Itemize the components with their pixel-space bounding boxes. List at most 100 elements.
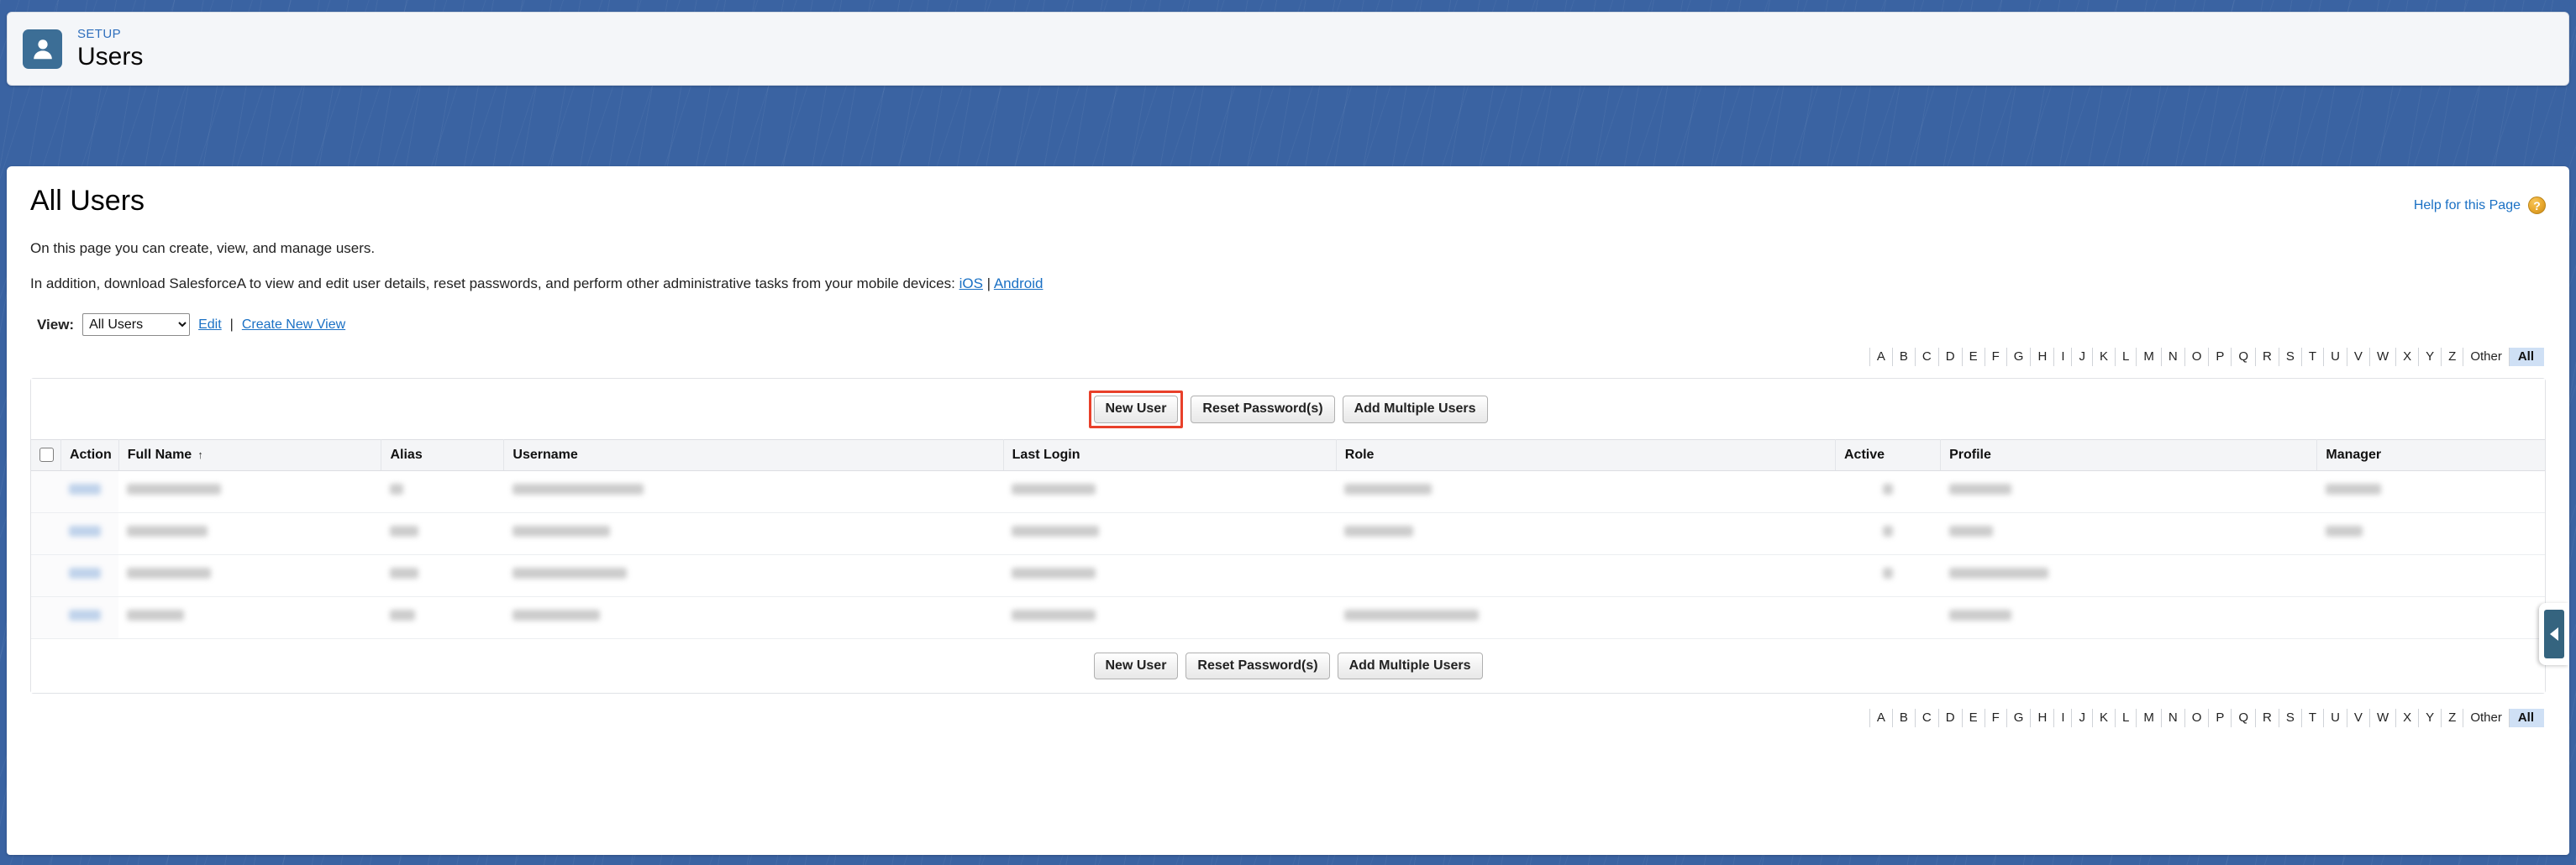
alpha-filter-c[interactable]: C xyxy=(1916,709,1939,728)
table-row[interactable] xyxy=(31,596,2545,639)
page-head: All Users Help for this Page ? xyxy=(7,166,2569,218)
new-user-button[interactable]: New User xyxy=(1093,396,1179,423)
alpha-filter-p[interactable]: P xyxy=(2209,348,2232,367)
redacted-value xyxy=(1012,610,1096,621)
reset-passwords-button[interactable]: Reset Password(s) xyxy=(1191,396,1335,423)
table-row[interactable] xyxy=(31,512,2545,555)
alpha-filter-q[interactable]: Q xyxy=(2232,709,2257,728)
redacted-value xyxy=(389,610,415,621)
select-all-header[interactable] xyxy=(31,438,61,471)
alpha-filter-k[interactable]: K xyxy=(2093,348,2116,367)
alpha-filter-g[interactable]: G xyxy=(2007,709,2032,728)
ios-download-link[interactable]: iOS xyxy=(959,275,983,291)
alpha-filter-s[interactable]: S xyxy=(2279,709,2302,728)
alpha-filter-s[interactable]: S xyxy=(2279,348,2302,367)
row-action-cell[interactable] xyxy=(60,512,119,555)
alpha-filter-z[interactable]: Z xyxy=(2442,348,2464,367)
row-alias-cell xyxy=(381,512,504,555)
alpha-filter-z[interactable]: Z xyxy=(2442,709,2464,728)
redacted-value xyxy=(2325,484,2381,495)
alpha-filter-other[interactable]: Other xyxy=(2463,348,2510,367)
alpha-filter-t[interactable]: T xyxy=(2302,348,2325,367)
side-panel-toggle-inner[interactable] xyxy=(2544,610,2564,658)
alpha-filter-y[interactable]: Y xyxy=(2419,709,2442,728)
help-link-label[interactable]: Help for this Page xyxy=(2414,198,2521,213)
alpha-filter-d[interactable]: D xyxy=(1939,348,1963,367)
alpha-filter-o[interactable]: O xyxy=(2185,709,2210,728)
alpha-filter-t[interactable]: T xyxy=(2302,709,2325,728)
row-action-cell[interactable] xyxy=(60,554,119,597)
setup-eyebrow: SETUP xyxy=(77,27,122,41)
table-row[interactable] xyxy=(31,470,2545,513)
select-all-checkbox[interactable] xyxy=(39,448,54,463)
alpha-filter-l[interactable]: L xyxy=(2116,709,2137,728)
alpha-filter-i[interactable]: I xyxy=(2054,348,2073,367)
alpha-filter-m[interactable]: M xyxy=(2137,709,2162,728)
alpha-filter-p[interactable]: P xyxy=(2209,709,2232,728)
alpha-filter-j[interactable]: J xyxy=(2072,709,2093,728)
alpha-filter-top: A B C D E F G H I J K L M N O P Q R S T U V W X Y Z Other All xyxy=(7,348,2569,367)
intro-line-2: In addition, download SalesforceA to vie… xyxy=(7,275,2569,293)
users-table-head: Action Full Name ↑ Alias Username Last Lo… xyxy=(31,438,2545,471)
alpha-filter-all[interactable]: All xyxy=(2509,709,2544,728)
alpha-filter-u[interactable]: U xyxy=(2324,348,2347,367)
alpha-filter-a[interactable]: A xyxy=(1869,348,1893,367)
add-multiple-users-button[interactable]: Add Multiple Users xyxy=(1342,396,1488,423)
alpha-filter-k[interactable]: K xyxy=(2093,709,2116,728)
add-multiple-users-button-bottom[interactable]: Add Multiple Users xyxy=(1337,652,1483,680)
alpha-filter-r[interactable]: R xyxy=(2256,709,2279,728)
users-table-header-row: Action Full Name ↑ Alias Username Last Lo… xyxy=(31,438,2545,471)
column-header-last-login[interactable]: Last Login xyxy=(1003,438,1337,471)
column-header-username[interactable]: Username xyxy=(503,438,1004,471)
alpha-filter-a[interactable]: A xyxy=(1869,709,1893,728)
alpha-filter-g[interactable]: G xyxy=(2007,348,2032,367)
view-select[interactable]: All Users xyxy=(82,313,191,337)
row-action-cell[interactable] xyxy=(60,470,119,513)
alpha-filter-e[interactable]: E xyxy=(1963,709,1985,728)
alpha-filter-x[interactable]: X xyxy=(2396,709,2420,728)
alpha-filter-o[interactable]: O xyxy=(2185,348,2210,367)
alpha-filter-h[interactable]: H xyxy=(2031,348,2055,367)
reset-passwords-button-bottom[interactable]: Reset Password(s) xyxy=(1185,652,1330,680)
column-header-manager[interactable]: Manager xyxy=(2316,438,2545,471)
alpha-filter-e[interactable]: E xyxy=(1963,348,1985,367)
alpha-filter-d[interactable]: D xyxy=(1939,709,1963,728)
alpha-filter-v[interactable]: V xyxy=(2347,709,2370,728)
alpha-filter-i[interactable]: I xyxy=(2054,709,2073,728)
alpha-filter-j[interactable]: J xyxy=(2072,348,2093,367)
new-user-button-bottom[interactable]: New User xyxy=(1093,652,1179,680)
alpha-filter-l[interactable]: L xyxy=(2116,348,2137,367)
alpha-filter-w[interactable]: W xyxy=(2370,709,2397,728)
alpha-filter-c[interactable]: C xyxy=(1916,348,1939,367)
edit-view-link[interactable]: Edit xyxy=(198,317,222,333)
create-new-view-link[interactable]: Create New View xyxy=(242,317,345,333)
column-header-role[interactable]: Role xyxy=(1336,438,1837,471)
alpha-filter-all[interactable]: All xyxy=(2509,348,2544,367)
alpha-filter-m[interactable]: M xyxy=(2137,348,2162,367)
alpha-filter-x[interactable]: X xyxy=(2396,348,2420,367)
alpha-filter-other[interactable]: Other xyxy=(2463,709,2510,728)
alpha-filter-y[interactable]: Y xyxy=(2419,348,2442,367)
alpha-filter-u[interactable]: U xyxy=(2324,709,2347,728)
alpha-filter-f[interactable]: F xyxy=(1985,348,2007,367)
table-row[interactable] xyxy=(31,554,2545,597)
alpha-filter-f[interactable]: F xyxy=(1985,709,2007,728)
alpha-filter-b[interactable]: B xyxy=(1893,709,1916,728)
column-header-full-name[interactable]: Full Name ↑ xyxy=(118,438,382,471)
alpha-filter-n[interactable]: N xyxy=(2162,709,2185,728)
alpha-filter-h[interactable]: H xyxy=(2031,709,2055,728)
android-download-link[interactable]: Android xyxy=(994,275,1044,291)
alpha-filter-n[interactable]: N xyxy=(2162,348,2185,367)
alpha-filter-q[interactable]: Q xyxy=(2232,348,2257,367)
alpha-filter-r[interactable]: R xyxy=(2256,348,2279,367)
alpha-filter-b[interactable]: B xyxy=(1893,348,1916,367)
column-header-profile[interactable]: Profile xyxy=(1940,438,2318,471)
side-panel-toggle[interactable] xyxy=(2539,603,2569,665)
column-header-active[interactable]: Active xyxy=(1835,438,1942,471)
column-header-alias[interactable]: Alias xyxy=(381,438,505,471)
question-mark-icon[interactable]: ? xyxy=(2528,197,2546,214)
row-action-cell[interactable] xyxy=(60,596,119,639)
alpha-filter-w[interactable]: W xyxy=(2370,348,2397,367)
alpha-filter-v[interactable]: V xyxy=(2347,348,2370,367)
help-for-this-page[interactable]: Help for this Page ? xyxy=(2414,197,2546,214)
